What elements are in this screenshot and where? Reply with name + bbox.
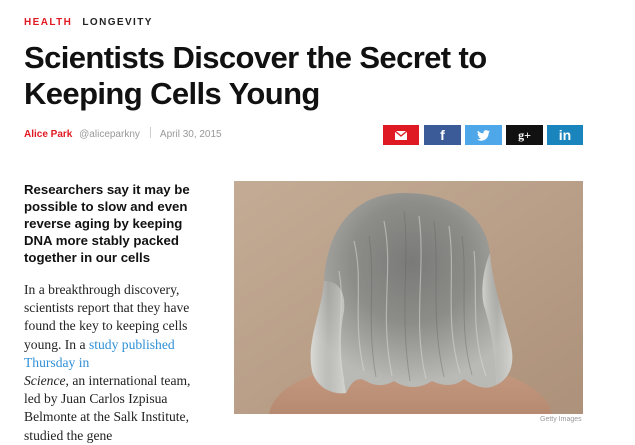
share-linkedin-button[interactable]: in [547, 125, 583, 145]
share-twitter-button[interactable] [465, 125, 502, 145]
byline: Alice Park @aliceparkny April 30, 2015 [24, 127, 222, 140]
author-name[interactable]: Alice Park [24, 129, 72, 140]
envelope-icon [395, 130, 407, 140]
google-plus-icon: g+ [518, 127, 531, 142]
back-of-head-gray-hair-photo [234, 181, 583, 414]
linkedin-icon: in [558, 127, 572, 143]
section-label[interactable]: HEALTH [24, 17, 72, 28]
journal-name: Science [24, 373, 66, 389]
facebook-icon: f [440, 127, 445, 143]
article-photo [234, 181, 583, 414]
article-headline: Scientists Discover the Secret to Keepin… [24, 40, 487, 111]
twitter-bird-icon [477, 129, 490, 141]
publish-date: April 30, 2015 [159, 129, 222, 140]
photo-credit: Getty Images [540, 416, 582, 423]
article-body: In a breakthrough discovery, scientists … [24, 281, 199, 445]
article-dek: Researchers say it may be possible to sl… [24, 182, 190, 265]
section-kicker: HEALTH LONGEVITY [24, 17, 153, 28]
share-facebook-button[interactable]: f [424, 125, 461, 145]
author-handle[interactable]: @aliceparkny [79, 129, 140, 140]
share-email-button[interactable] [383, 125, 419, 145]
subsection-label[interactable]: LONGEVITY [82, 17, 152, 28]
share-google-plus-button[interactable]: g+ [506, 125, 543, 145]
byline-divider [149, 127, 151, 138]
